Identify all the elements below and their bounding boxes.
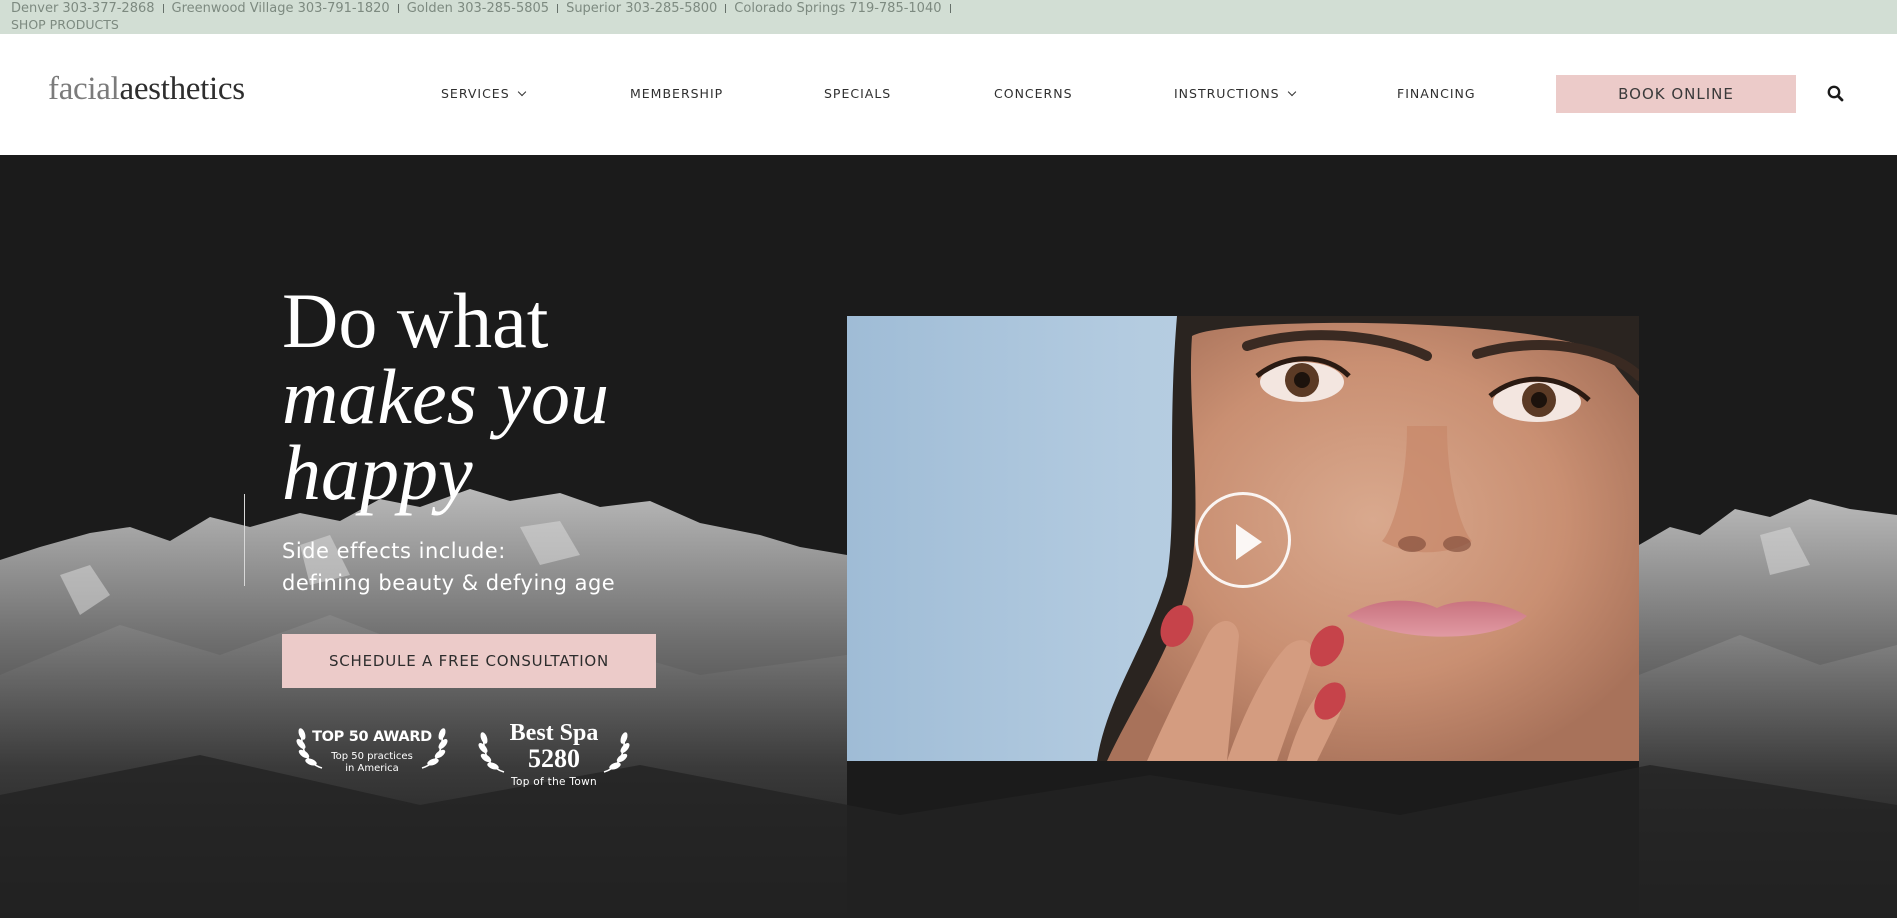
- phone-colorado-springs[interactable]: Colorado Springs 719-785-1040: [734, 1, 941, 16]
- phone-greenwood-village[interactable]: Greenwood Village 303-791-1820: [172, 1, 390, 16]
- subheadline-line-2: defining beauty & defying age: [282, 571, 616, 595]
- phone-denver[interactable]: Denver 303-377-2868: [11, 1, 155, 16]
- phone-golden[interactable]: Golden 303-285-5805: [407, 1, 549, 16]
- play-triangle: [1236, 524, 1262, 560]
- badge2-title: Best Spa: [509, 720, 599, 746]
- nav-concerns[interactable]: CONCERNS: [994, 86, 1073, 101]
- phone-superior[interactable]: Superior 303-285-5800: [566, 1, 717, 16]
- search-icon[interactable]: [1826, 84, 1846, 104]
- badge1-subtitle: Top 50 practices in America: [296, 751, 448, 775]
- site-header: facialaesthetics SERVICES MEMBERSHIP SPE…: [0, 34, 1897, 155]
- nav-specials[interactable]: SPECIALS: [824, 86, 891, 101]
- decorative-divider: [244, 494, 245, 586]
- book-online-button[interactable]: BOOK ONLINE: [1556, 75, 1796, 113]
- hero-headline: Do what makes you happy: [282, 277, 610, 516]
- nav-instructions[interactable]: INSTRUCTIONS: [1174, 86, 1296, 101]
- hero-subheadline: Side effects include: defining beauty & …: [282, 535, 615, 599]
- nav-services-label: SERVICES: [441, 86, 510, 101]
- badge2-subtitle: Top of the Town: [511, 776, 597, 788]
- nav-instructions-label: INSTRUCTIONS: [1174, 86, 1280, 101]
- top-info-bar: Denver 303-377-2868 Greenwood Village 30…: [0, 0, 1897, 34]
- site-logo[interactable]: facialaesthetics: [48, 71, 245, 108]
- nav-financing[interactable]: FINANCING: [1397, 86, 1476, 101]
- play-icon[interactable]: [1195, 492, 1291, 588]
- headline-line-3: happy: [282, 429, 473, 516]
- divider: [725, 4, 727, 13]
- location-phone-list: Denver 303-377-2868 Greenwood Village 30…: [11, 1, 959, 16]
- divider: [949, 4, 951, 13]
- chevron-down-icon: [517, 87, 526, 97]
- headline-line-1: Do what: [282, 277, 549, 364]
- shop-products-link[interactable]: SHOP PRODUCTS: [11, 17, 119, 32]
- nav-services[interactable]: SERVICES: [441, 86, 526, 101]
- best-spa-5280-badge: Best Spa 5280 Top of the Town: [478, 720, 630, 800]
- badge1-line-1: Top 50 practices: [331, 751, 413, 762]
- hero-section: Do what makes you happy Side effects inc…: [0, 155, 1897, 918]
- subheadline-line-1: Side effects include:: [282, 539, 506, 563]
- headline-line-2: makes you: [282, 353, 610, 440]
- logo-text-facial: facial: [48, 71, 120, 107]
- top-50-award-badge: TOP 50 AWARD Top 50 practices in America: [296, 720, 448, 780]
- schedule-consultation-button[interactable]: SCHEDULE A FREE CONSULTATION: [282, 634, 656, 688]
- hero-video[interactable]: [847, 316, 1639, 761]
- badge1-line-2: in America: [345, 763, 399, 774]
- divider: [162, 4, 164, 13]
- badge1-title: TOP 50 AWARD: [312, 729, 432, 745]
- badge2-number: 5280: [528, 744, 580, 773]
- divider: [557, 4, 559, 13]
- logo-text-aesthetics: aesthetics: [119, 71, 245, 107]
- nav-membership[interactable]: MEMBERSHIP: [630, 86, 723, 101]
- divider: [397, 4, 399, 13]
- chevron-down-icon: [1287, 87, 1296, 97]
